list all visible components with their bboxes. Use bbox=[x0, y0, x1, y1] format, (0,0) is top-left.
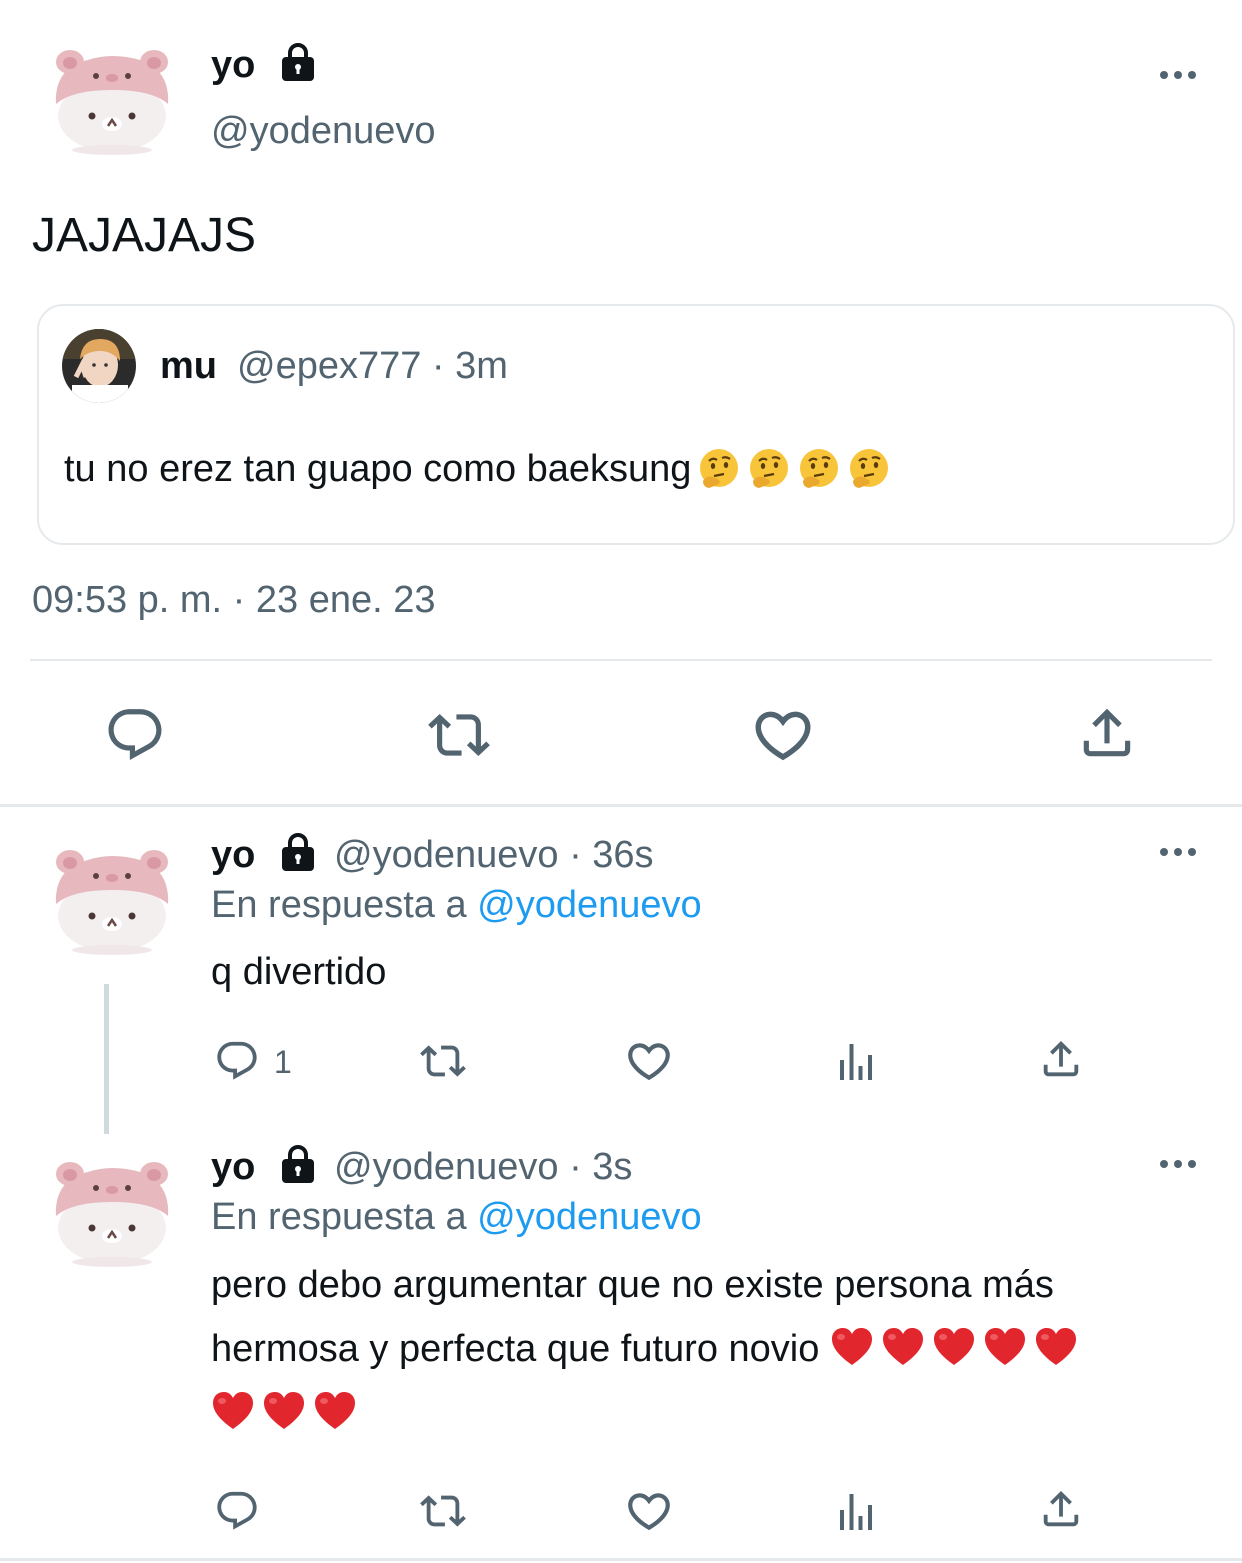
views-icon[interactable] bbox=[832, 1038, 880, 1086]
section-divider bbox=[0, 804, 1242, 807]
reply-to-mention[interactable]: @yodenuevo bbox=[477, 884, 702, 926]
reply-2-line-2: hermosa y perfecta que futuro novio bbox=[211, 1317, 1085, 1381]
red-heart-emoji bbox=[830, 1327, 874, 1367]
red-heart-emoji bbox=[932, 1327, 976, 1367]
like-icon[interactable] bbox=[624, 1486, 674, 1536]
red-heart-emoji bbox=[881, 1327, 925, 1367]
more-options-icon[interactable] bbox=[1158, 846, 1198, 858]
reply-1-text: q divertido bbox=[211, 951, 387, 993]
retweet-icon[interactable] bbox=[418, 1488, 468, 1534]
reply-1-reply-to: En respuesta a @yodenuevo bbox=[211, 884, 702, 927]
share-icon[interactable] bbox=[1038, 1486, 1084, 1532]
author-handle[interactable]: @yodenuevo bbox=[211, 110, 436, 153]
retweet-icon[interactable] bbox=[418, 1038, 468, 1084]
retweet-icon[interactable] bbox=[426, 704, 492, 766]
reply-icon[interactable] bbox=[214, 1038, 260, 1084]
thinking-emojis bbox=[691, 448, 891, 490]
reply-icon[interactable] bbox=[104, 704, 166, 766]
quoted-meta: @epex777 · 3m bbox=[237, 345, 508, 387]
reply-to-prefix: En respuesta a bbox=[211, 884, 478, 926]
lock-icon bbox=[278, 832, 318, 872]
red-heart-emoji bbox=[211, 1391, 255, 1431]
share-icon[interactable] bbox=[1076, 702, 1138, 764]
thinking-face-emoji bbox=[747, 447, 791, 491]
reply-2-reply-to: En respuesta a @yodenuevo bbox=[211, 1196, 702, 1239]
more-options-icon[interactable] bbox=[1158, 1158, 1198, 1170]
heart-emojis bbox=[830, 1328, 1085, 1370]
quoted-avatar[interactable] bbox=[62, 329, 136, 403]
more-options-icon[interactable] bbox=[1158, 69, 1198, 81]
share-icon[interactable] bbox=[1038, 1036, 1084, 1082]
divider bbox=[30, 659, 1212, 661]
reply-2-avatar[interactable] bbox=[48, 1158, 176, 1268]
views-icon[interactable] bbox=[832, 1488, 880, 1536]
author-name[interactable]: yo bbox=[211, 44, 255, 87]
reply-1-meta[interactable]: @yodenuevo · 36s bbox=[334, 834, 654, 877]
reply-count: 1 bbox=[274, 1044, 292, 1080]
like-icon[interactable] bbox=[624, 1036, 674, 1086]
avatar[interactable] bbox=[48, 46, 176, 156]
thinking-face-emoji bbox=[797, 447, 841, 491]
reply-2-text: pero debo argumentar que no existe perso… bbox=[211, 1253, 1085, 1445]
heart-emojis bbox=[211, 1381, 1085, 1445]
thinking-face-emoji bbox=[847, 447, 891, 491]
red-heart-emoji bbox=[1034, 1327, 1078, 1367]
quoted-tweet-card[interactable] bbox=[37, 304, 1235, 545]
red-heart-emoji bbox=[983, 1327, 1027, 1367]
thinking-face-emoji bbox=[697, 447, 741, 491]
quoted-tweet-text: tu no erez tan guapo como baeksung bbox=[64, 447, 891, 491]
reply-1-avatar[interactable] bbox=[48, 846, 176, 956]
quoted-text-content: tu no erez tan guapo como baeksung bbox=[64, 448, 692, 490]
reply-icon[interactable] bbox=[214, 1488, 260, 1534]
bottom-divider bbox=[0, 1558, 1242, 1561]
lock-icon bbox=[278, 1144, 318, 1184]
reply-2-author-name[interactable]: yo bbox=[211, 1146, 255, 1189]
reply-to-mention[interactable]: @yodenuevo bbox=[477, 1196, 702, 1238]
red-heart-emoji bbox=[262, 1391, 306, 1431]
reply-2-line-1: pero debo argumentar que no existe perso… bbox=[211, 1264, 1054, 1306]
lock-icon bbox=[278, 42, 318, 82]
reply-2-line-2-text: hermosa y perfecta que futuro novio bbox=[211, 1328, 820, 1370]
tweet-text: JAJAJAJS bbox=[32, 209, 257, 262]
reply-to-prefix: En respuesta a bbox=[211, 1196, 478, 1238]
like-icon[interactable] bbox=[750, 702, 816, 768]
reply-1-author-name[interactable]: yo bbox=[211, 834, 255, 877]
thread-line bbox=[104, 984, 109, 1134]
tweet-timestamp[interactable]: 09:53 p. m. · 23 ene. 23 bbox=[32, 579, 436, 622]
reply-2-meta[interactable]: @yodenuevo · 3s bbox=[334, 1146, 632, 1189]
quoted-author-name: mu bbox=[160, 345, 217, 387]
red-heart-emoji bbox=[313, 1391, 357, 1431]
